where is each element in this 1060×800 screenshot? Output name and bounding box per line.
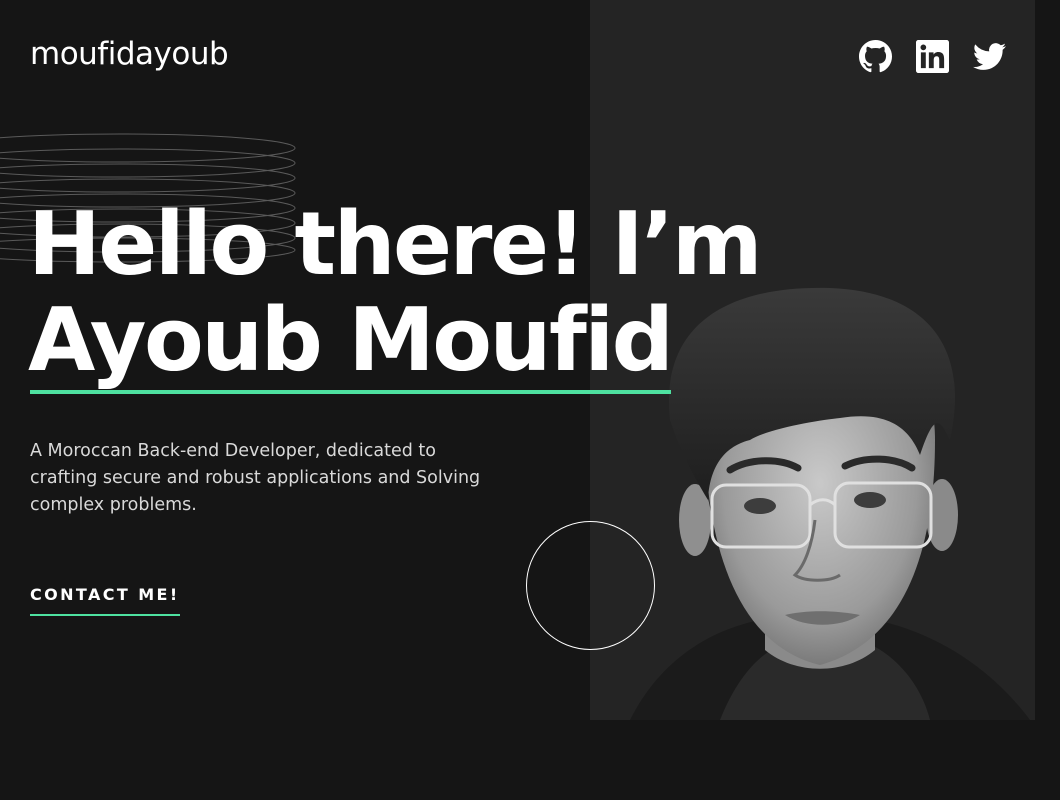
hero-heading: Hello there! I’m Ayoub Moufid xyxy=(28,193,763,394)
hero-name: Ayoub Moufid xyxy=(28,289,674,394)
contact-me-button[interactable]: CONTACT ME! xyxy=(30,585,180,616)
twitter-link[interactable] xyxy=(973,40,1006,73)
social-links xyxy=(859,40,1006,73)
page: moufidayoub Hello there! I’m Ayoub Moufi… xyxy=(0,0,1060,800)
linkedin-icon xyxy=(916,40,949,73)
github-icon xyxy=(859,40,892,73)
hero-greeting: Hello there! I’m xyxy=(28,193,763,295)
site-logo[interactable]: moufidayoub xyxy=(30,36,229,72)
github-link[interactable] xyxy=(859,40,892,73)
decorative-circle xyxy=(526,521,655,650)
twitter-icon xyxy=(973,43,1006,70)
hero-description: A Moroccan Back-end Developer, dedicated… xyxy=(30,441,481,515)
linkedin-link[interactable] xyxy=(916,40,949,73)
